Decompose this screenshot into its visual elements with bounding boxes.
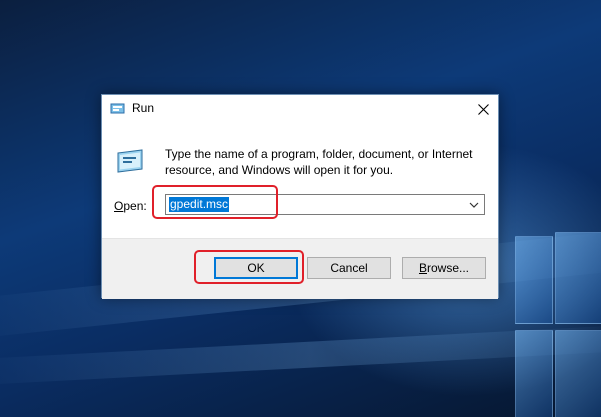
input-highlight-annotation xyxy=(152,185,278,219)
light-beam xyxy=(0,323,601,386)
browse-accesskey: B xyxy=(418,261,427,275)
open-label: Open: xyxy=(114,199,147,213)
browse-button[interactable]: Browse... xyxy=(402,257,486,279)
wallpaper-window-pane xyxy=(555,232,601,324)
wallpaper-window-pane xyxy=(515,236,553,324)
close-button[interactable] xyxy=(468,95,498,123)
close-icon xyxy=(477,103,489,115)
open-label-text: pen: xyxy=(123,199,147,213)
browse-label: rowse... xyxy=(427,261,470,275)
open-label-accesskey: O xyxy=(114,199,124,213)
dialog-prompt: Type the name of a program, folder, docu… xyxy=(165,147,473,177)
run-icon xyxy=(110,102,126,115)
chevron-down-icon[interactable] xyxy=(467,198,481,212)
dialog-title: Run xyxy=(132,101,155,115)
wallpaper-window-pane xyxy=(515,330,553,417)
wallpaper-window-pane xyxy=(555,330,601,417)
cancel-button[interactable]: Cancel xyxy=(307,257,391,279)
ok-highlight-annotation xyxy=(194,250,304,284)
title-bar[interactable]: Run xyxy=(102,95,498,123)
run-app-icon xyxy=(114,147,146,175)
